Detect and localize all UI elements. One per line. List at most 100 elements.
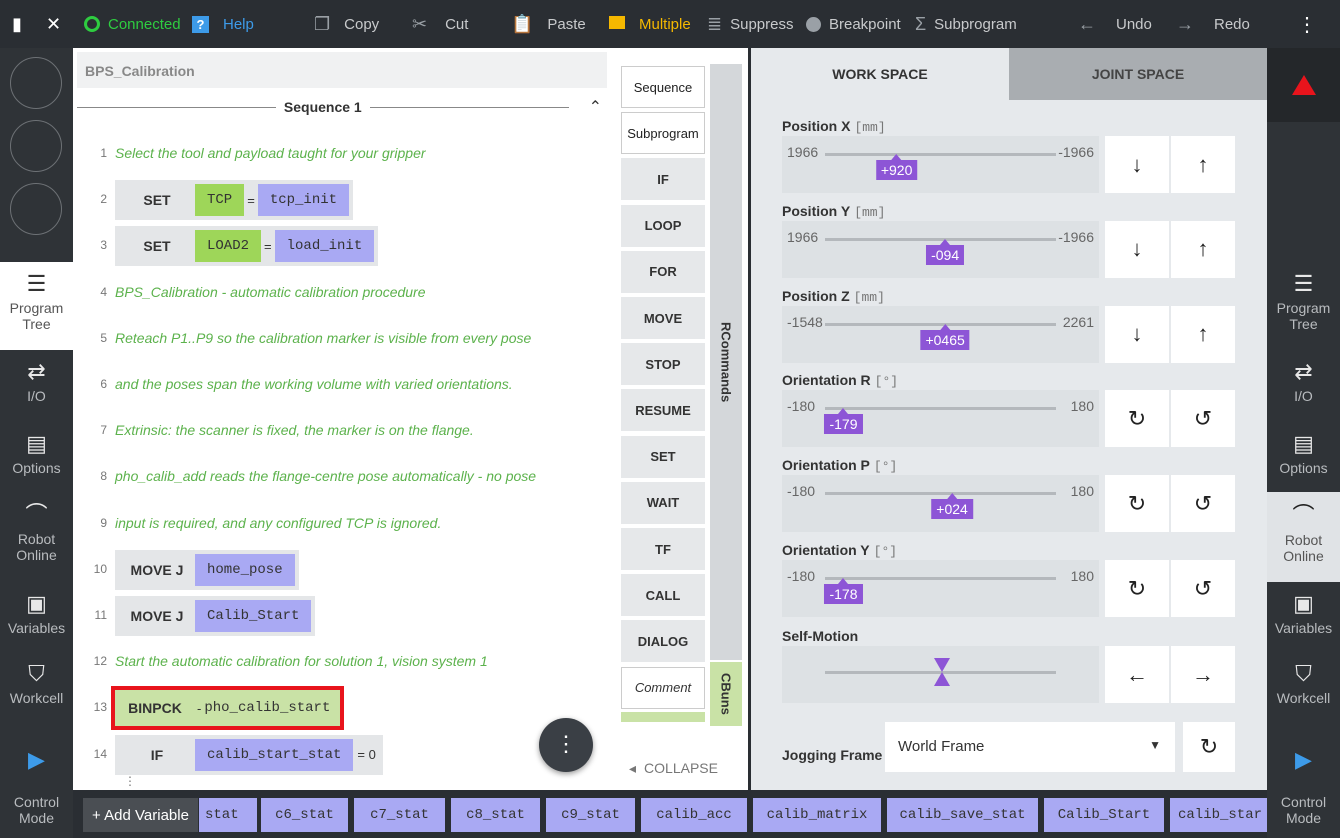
self-motion-minus-button[interactable]: ← — [1105, 646, 1169, 703]
connected-status[interactable]: Connected — [84, 0, 181, 48]
variable-chip[interactable]: Calib_Start — [1044, 798, 1164, 832]
program-line[interactable]: 13 BINPCK - pho_calib_start — [73, 686, 603, 731]
more-menu-icon[interactable]: ⋮ — [1297, 0, 1317, 48]
nav-io-right[interactable]: ⇄ I/O — [1267, 360, 1340, 420]
variable-chip[interactable]: c6_stat — [261, 798, 348, 832]
jogging-frame-select[interactable]: World Frame ▼ — [885, 722, 1175, 772]
axis-value[interactable]: +920 — [875, 154, 918, 180]
tab-work-space[interactable]: WORK SPACE — [751, 48, 1009, 100]
palette-dialog-button[interactable]: DIALOG — [621, 620, 705, 663]
axis-value[interactable]: -094 — [926, 238, 965, 265]
nav-program-tree[interactable]: ☰ Program Tree — [0, 262, 73, 350]
axis-minus-button[interactable]: ↻ — [1105, 560, 1169, 617]
axis-value[interactable]: -178 — [824, 578, 863, 604]
nav-workcell[interactable]: ⛉ Workcell — [0, 662, 73, 722]
axis-plus-button[interactable]: ↺ — [1171, 560, 1235, 617]
value-chip[interactable]: calib_start_stat — [195, 738, 354, 771]
program-line[interactable]: 6 and the poses span the working volume w… — [73, 365, 603, 405]
axis-slider[interactable]: -180 180 -178 — [782, 560, 1099, 617]
command-block[interactable]: SET LOAD2 = load_init — [115, 226, 379, 267]
nav-options[interactable]: ▤ Options — [0, 432, 73, 492]
palette-for-button[interactable]: FOR — [621, 250, 705, 293]
value-chip[interactable]: load_init — [274, 230, 375, 263]
axis-minus-button[interactable]: ↓ — [1105, 305, 1169, 363]
program-line[interactable]: 9 input is required, and any configured T… — [73, 504, 603, 544]
axis-slider[interactable]: -1548 2261 +0465 — [782, 305, 1099, 363]
program-line[interactable]: 8 pho_calib_add reads the flange-centre p… — [73, 457, 603, 497]
param-chip[interactable]: TCP — [195, 184, 245, 217]
command-block[interactable]: BINPCK - pho_calib_start — [110, 686, 345, 731]
tab-rcommands[interactable]: RCommands — [710, 64, 742, 660]
value-chip[interactable]: Calib_Start — [195, 600, 312, 632]
axis-minus-button[interactable]: ↓ — [1105, 136, 1169, 193]
variable-chip[interactable]: c9_stat — [546, 798, 635, 832]
hourglass-handle-icon[interactable] — [934, 658, 950, 672]
nav-control-mode[interactable]: ▶ Control Mode — [0, 748, 73, 838]
axis-value[interactable]: -179 — [824, 408, 863, 435]
copy-button[interactable]: ❐ Copy — [314, 0, 379, 48]
axis-slider[interactable]: -180 180 +024 — [782, 475, 1099, 533]
palette-if-button[interactable]: IF — [621, 158, 705, 201]
command-block[interactable]: MOVE J Calib_Start — [115, 596, 316, 636]
axis-slider[interactable]: 1966 -1966 -094 — [782, 220, 1099, 278]
nav-control-mode-right[interactable]: ▶ Control Mode — [1267, 748, 1340, 838]
chevron-up-icon[interactable]: ⌃ — [589, 97, 602, 117]
axis-value[interactable]: +0465 — [920, 323, 970, 350]
nav-program-tree-right[interactable]: ☰ Program Tree — [1267, 262, 1340, 350]
value-chip[interactable]: home_pose — [195, 553, 295, 586]
variable-chip[interactable]: calib_acc — [641, 798, 747, 832]
command-block[interactable]: IF calib_start_stat = 0 — [115, 734, 383, 775]
axis-plus-button[interactable]: ↑ — [1171, 136, 1235, 193]
program-line[interactable]: 4 BPS_Calibration - automatic calibration… — [73, 273, 603, 313]
refresh-button[interactable]: ↻ — [1183, 722, 1235, 772]
axis-plus-button[interactable]: ↺ — [1171, 390, 1235, 448]
nav-workcell-right[interactable]: ⛉ Workcell — [1267, 662, 1340, 722]
program-line[interactable]: 14 IF calib_start_stat = 0 — [73, 734, 603, 775]
tab-cbuns[interactable]: CBuns — [710, 662, 742, 726]
variable-chip[interactable]: calib_matrix — [753, 798, 881, 832]
palette-move-button[interactable]: MOVE — [621, 297, 705, 339]
breakpoint-button[interactable]: Breakpoint — [806, 0, 901, 48]
program-line[interactable]: 2 SET TCP = tcp_init — [73, 180, 603, 221]
program-line[interactable]: 10 MOVE J home_pose — [73, 549, 603, 590]
axis-slider[interactable]: 1966 -1966 +920 — [782, 136, 1099, 193]
axis-plus-button[interactable]: ↑ — [1171, 220, 1235, 278]
nav-robot-online-right[interactable]: ⌒ Robot Online — [1267, 492, 1340, 582]
palette-loop-button[interactable]: LOOP — [621, 204, 705, 247]
self-motion-plus-button[interactable]: → — [1171, 646, 1235, 703]
help-button[interactable]: ? Help — [192, 0, 254, 48]
nav-options-right[interactable]: ▤ Options — [1267, 432, 1340, 492]
multiple-button[interactable]: Multiple — [609, 0, 691, 48]
variable-chip[interactable]: calib_star — [1170, 798, 1267, 832]
command-block[interactable]: MOVE J home_pose — [115, 549, 299, 590]
palette-stop-button[interactable]: STOP — [621, 343, 705, 386]
variable-chip[interactable]: stat — [199, 798, 257, 832]
self-motion-slider[interactable] — [782, 646, 1099, 703]
variable-chip[interactable]: c7_stat — [354, 798, 445, 832]
axis-slider[interactable]: -180 180 -179 — [782, 390, 1099, 448]
axis-minus-button[interactable]: ↻ — [1105, 390, 1169, 448]
axis-minus-button[interactable]: ↓ — [1105, 220, 1169, 278]
cut-button[interactable]: ✂ Cut — [412, 0, 468, 48]
tab-joint-space[interactable]: JOINT SPACE — [1009, 48, 1267, 100]
axis-plus-button[interactable]: ↺ — [1171, 475, 1235, 533]
wifi-off-icon[interactable]: ✕ — [46, 0, 61, 48]
palette-sequence-button[interactable]: Sequence — [621, 66, 705, 108]
param-chip[interactable]: LOAD2 — [195, 230, 262, 263]
nav-variables-right[interactable]: ▣ Variables — [1267, 592, 1340, 652]
palette-subprogram-button[interactable]: Subprogram — [621, 112, 705, 155]
add-variable-button[interactable]: + Add Variable — [83, 798, 198, 832]
nav-robot-online[interactable]: ⌒ Robot Online — [0, 503, 73, 573]
program-line[interactable]: 1 Select the tool and payload taught for … — [73, 134, 603, 174]
axis-minus-button[interactable]: ↻ — [1105, 475, 1169, 533]
palette-call-button[interactable]: CALL — [621, 574, 705, 617]
nav-variables[interactable]: ▣ Variables — [0, 592, 73, 652]
palette-resume-button[interactable]: RESUME — [621, 389, 705, 432]
palette-wait-button[interactable]: WAIT — [621, 481, 705, 524]
more-actions-fab[interactable]: ⋮ — [539, 718, 593, 772]
program-line[interactable]: 12 Start the automatic calibration for so… — [73, 642, 603, 682]
redo-button[interactable]: → Redo — [1176, 0, 1250, 48]
subprogram-button[interactable]: Σ Subprogram — [915, 0, 1017, 48]
sequence-header[interactable]: Sequence 1 ⌃ — [77, 94, 602, 120]
collapse-button[interactable]: ◂ COLLAPSE — [629, 760, 718, 777]
